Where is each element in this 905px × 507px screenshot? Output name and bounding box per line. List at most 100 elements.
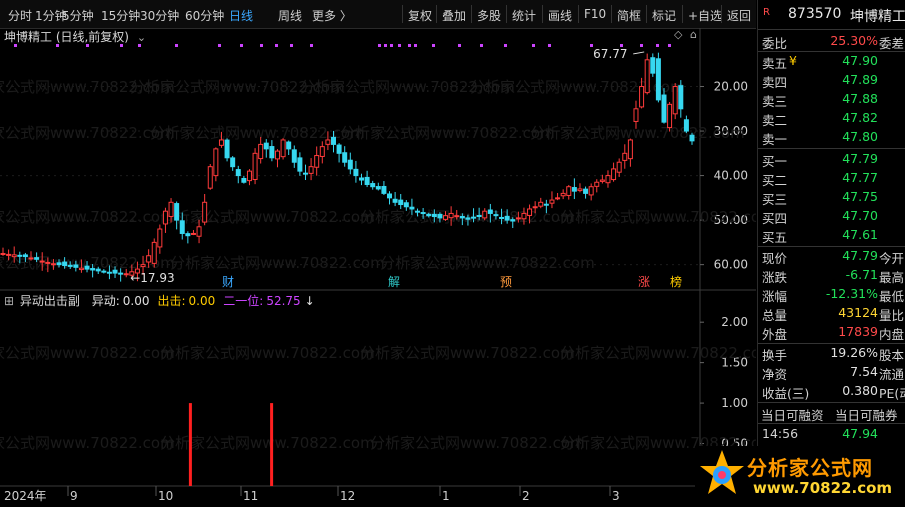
bid-price: 47.79 [842,151,878,166]
indicator-tick-label: 2.00 [721,315,748,329]
signal-dot [175,44,178,47]
stat-value: 19.26% [830,345,878,360]
divider [758,423,905,424]
action-7[interactable]: 标记 [652,7,676,24]
period-0[interactable]: 分时 [8,7,32,24]
candle-body [622,152,628,161]
chevron-down-icon[interactable]: ⌄ [137,31,146,44]
action-8[interactable]: +自选 [688,7,722,24]
candle-body [347,159,353,170]
candle-body [11,254,17,258]
action-0[interactable]: 复权 [408,7,432,24]
candle-body [342,152,348,163]
candle-body [566,186,572,196]
period-4[interactable]: 30分钟 [140,7,179,24]
candle-body [258,143,264,160]
x-tick-label: 10 [158,489,173,503]
action-1[interactable]: 叠加 [442,7,466,24]
grid-icon[interactable]: ⊞ [4,294,14,308]
action-5[interactable]: F10 [584,7,606,21]
action-4[interactable]: 画线 [548,7,572,24]
lock-icon[interactable]: ⌂ [690,28,697,41]
action-3[interactable]: 统计 [512,7,536,24]
period-5[interactable]: 60分钟 [185,7,224,24]
candle-body [50,263,56,266]
chart-svg[interactable]: 60.0050.0040.0030.0020.002.001.501.000.5… [0,28,775,504]
indicator-label: 二一位: [223,294,264,308]
diamond-icon[interactable]: ◇ [674,28,682,41]
candle-body [689,134,695,142]
period-2[interactable]: 5分钟 [62,7,94,24]
bid-row: 买三 47.75 [758,189,905,208]
candle-body [67,264,73,267]
period-3[interactable]: 15分钟 [101,7,140,24]
candle-body [655,58,661,101]
candle-body [639,86,645,108]
candle-body [151,241,157,264]
signal-dot [532,44,535,47]
action-9[interactable]: 返回 [727,7,751,24]
bid-price: 47.61 [842,227,878,242]
arrow-down-icon: ↓ [304,294,315,308]
chart-area[interactable]: 60.00 50.00 40.00 30.00 20.00 2.00 1.50 1.00 0.5… [0,28,775,504]
x-tick-label: 2 [522,489,530,503]
margin-right: 当日可融券 [835,408,898,423]
divider [758,148,905,149]
candle-body [230,157,236,168]
watermark-text: 分析家公式网www.70822.com [340,124,555,142]
candle-body [314,155,320,168]
candle-body [521,212,527,220]
logo-url[interactable]: www.70822.com [753,479,892,497]
x-tick-label: 2024年 [4,489,47,503]
candle-body [325,139,331,145]
candle-body [392,198,398,203]
event-badge[interactable]: 预 [500,275,512,289]
signal-dot [260,44,263,47]
candle-body [549,199,555,204]
stat-value: 17839 [838,324,878,339]
event-badge[interactable]: 涨 [638,274,650,289]
divider [758,343,905,344]
period-7[interactable]: 周线 [278,7,302,24]
event-badge[interactable]: 解 [388,275,400,289]
period-6[interactable]: 日线 [229,7,253,24]
candle-body [123,273,129,276]
stat-row: 现价 47.79 今开 [758,248,905,267]
candle-body [359,177,365,181]
stat-label: 涨跌 [762,270,788,285]
signal-bar [188,403,192,486]
candle-body [415,210,421,213]
event-badge[interactable]: 榜 [670,274,682,289]
candle-body [667,103,673,129]
candle-body [336,144,342,154]
action-6[interactable]: 简框 [617,7,641,24]
bid-row: 买四 47.70 [758,208,905,227]
event-badge[interactable]: 财 [222,275,234,289]
candle-body [84,265,90,270]
divider [758,29,905,30]
toolbar-divider [542,5,543,23]
watermark-text: 分析家公式网www.70822.com [0,434,175,452]
candle-body [252,152,258,180]
weibi-label: 委比 [762,36,788,51]
weibi-value: 25.30% [830,33,878,48]
candle-body [246,170,252,182]
watermark-text: 分析家公式网www.70822.com [0,208,175,226]
action-2[interactable]: 多股 [477,7,501,24]
signal-dot [310,44,313,47]
candle-body [454,215,460,218]
stat-extra: 量比 [879,308,905,323]
candle-body [527,208,533,216]
candle-body [661,94,667,123]
watermark-text: 分析家公式网www.70822.com [0,124,175,142]
margin-row: 当日可融资 当日可融券 [758,405,905,424]
candle-body [605,175,611,184]
period-8[interactable]: 更多 〉 [312,7,352,24]
candle-body [426,213,432,217]
trade-price: 47.94 [842,426,878,441]
candle-body [588,186,594,196]
watermark-text: 分析家公式网www.70822.com [560,208,756,226]
candle-body [207,166,213,189]
stat-row: 总量 43124 量比 [758,305,905,324]
x-tick-label: 3 [612,489,620,503]
